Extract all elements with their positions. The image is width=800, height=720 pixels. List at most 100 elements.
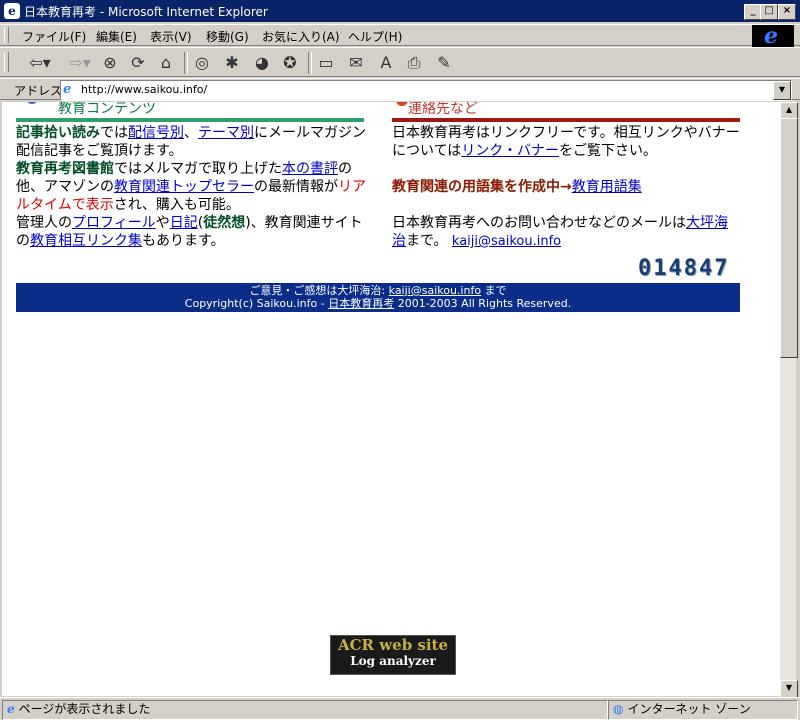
content-viewport: 教育コンテンツ 連絡先など 記事拾い読みでは配信号別、テーマ別にメールマガジン配… xyxy=(2,102,780,696)
text: をご覧下さい。 xyxy=(559,143,658,159)
address-label: アドレス xyxy=(14,84,63,98)
fullscreen-icon[interactable]: ▭ xyxy=(314,51,338,75)
edit-icon[interactable]: ✎ xyxy=(432,51,456,75)
by-theme-link[interactable]: テーマ別 xyxy=(198,125,254,141)
library-heading: 教育再考図書館 xyxy=(16,161,114,177)
contact-email-link[interactable]: kaiji@saikou.info xyxy=(452,234,561,249)
glossary-link[interactable]: 教育用語集 xyxy=(572,179,642,195)
address-input[interactable]: e http://www.saikou.info/ ▼ xyxy=(60,80,792,101)
mutual-links-link[interactable]: 教育相互リンク集 xyxy=(30,233,142,249)
magazine-paragraph: 記事拾い読みでは配信号別、テーマ別にメールマガジン配信記事をご覧頂けます。 xyxy=(16,124,368,160)
stop-icon[interactable]: ⊗ xyxy=(98,51,122,75)
acr-banner-title: ACR web site xyxy=(337,636,449,654)
close-button[interactable]: × xyxy=(778,4,796,20)
channels-icon[interactable]: ✪ xyxy=(278,51,302,75)
tsurezure-label: 徒然想 xyxy=(203,215,246,231)
glossary-heading: 教育関連の用語集を作成中→ xyxy=(392,179,572,195)
text: や xyxy=(155,215,170,231)
vertical-scrollbar[interactable]: ▲ ▼ xyxy=(780,102,798,698)
forward-icon[interactable]: ⇨▾ xyxy=(62,51,98,75)
scroll-down-button[interactable]: ▼ xyxy=(780,680,798,698)
address-bar: アドレス e http://www.saikou.info/ ▼ xyxy=(0,78,800,101)
right-section-header: 連絡先など xyxy=(392,102,740,124)
left-section-header: 教育コンテンツ xyxy=(16,102,364,124)
ie-logo-icon: e xyxy=(752,25,794,47)
footer-email-link[interactable]: kaiji@saikou.info xyxy=(389,284,481,297)
toolbar-separator xyxy=(308,52,312,74)
history-icon[interactable]: ◕ xyxy=(250,51,274,75)
by-issue-link[interactable]: 配信号別 xyxy=(128,125,184,141)
text: の最新情報が xyxy=(254,179,338,195)
title-bar: e 日本教育再考 - Microsoft Internet Explorer _… xyxy=(0,0,800,22)
page-icon: e xyxy=(7,702,15,716)
menu-bar: ファイル(F) 編集(E) 表示(V) 移動(G) お気に入り(A) ヘルプ(H… xyxy=(0,24,800,47)
home-icon[interactable]: ⌂ xyxy=(154,51,178,75)
library-paragraph: 教育再考図書館ではメルマガで取り上げた本の書評の他、アマゾンの教育関連トップセラ… xyxy=(16,160,368,214)
top-sellers-link[interactable]: 教育関連トップセラー xyxy=(114,179,254,195)
glossary-paragraph: 教育関連の用語集を作成中→教育用語集 xyxy=(392,178,740,196)
text: ではメルマガで取り上げた xyxy=(114,161,282,177)
menu-file[interactable]: ファイル(F) xyxy=(22,28,86,45)
print-icon[interactable]: ⎙ xyxy=(402,51,426,75)
footer-line-2: Copyright(c) Saikou.info - 日本教育再考 2001-2… xyxy=(16,297,740,310)
contact-paragraph: 日本教育再考へのお問い合わせなどのメールは大坪海治まで。 kaiji@saiko… xyxy=(392,214,740,251)
text: まで。 xyxy=(406,233,448,249)
link-free-paragraph: 日本教育再考はリンクフリーです。相互リンクやバナーについてはリンク・バナーをご覧… xyxy=(392,124,740,160)
text: では xyxy=(100,125,128,141)
mail-icon[interactable]: ✉ xyxy=(344,51,368,75)
profile-link[interactable]: プロフィール xyxy=(72,215,156,231)
bullet-icon xyxy=(396,102,408,106)
globe-icon: ◍ xyxy=(613,702,624,716)
text: 2001-2003 All Rights Reserved. xyxy=(394,297,572,310)
text: まで xyxy=(481,284,507,297)
access-counter: 014847 xyxy=(638,256,730,281)
ie-window-icon[interactable]: e xyxy=(4,3,20,19)
status-bar: e ページが表示されました ◍ インターネット ゾーン xyxy=(0,697,800,720)
right-header-text: 連絡先など xyxy=(408,102,478,117)
address-dropdown-button[interactable]: ▼ xyxy=(773,81,791,100)
right-column: 日本教育再考はリンクフリーです。相互リンクやバナーについてはリンク・バナーをご覧… xyxy=(392,124,740,251)
text: もあります。 xyxy=(142,233,225,249)
text: 、 xyxy=(184,125,198,141)
menu-grip[interactable] xyxy=(4,27,9,43)
standard-toolbar: ⇦▾ ⇨▾ ⊗ ⟳ ⌂ ◎ ✱ ◕ ✪ ▭ ✉ A ⎙ ✎ xyxy=(0,47,800,77)
text: 日本教育再考へのお問い合わせなどのメールは xyxy=(392,215,686,231)
left-header-rule xyxy=(16,118,364,122)
left-header-text: 教育コンテンツ xyxy=(58,102,156,117)
menu-favorites[interactable]: お気に入り(A) xyxy=(262,28,340,45)
link-banner-link[interactable]: リンク・バナー xyxy=(461,143,559,159)
toolbar-separator xyxy=(184,52,188,74)
text: され、購入も可能。 xyxy=(113,197,240,213)
menu-help[interactable]: ヘルプ(H) xyxy=(348,28,402,45)
bullet-icon xyxy=(26,102,38,104)
search-icon[interactable]: ◎ xyxy=(190,51,214,75)
menu-go[interactable]: 移動(G) xyxy=(206,28,249,45)
acr-banner[interactable]: ACR web site Log analyzer xyxy=(330,635,456,675)
status-text: ページが表示されました xyxy=(18,702,151,716)
back-icon[interactable]: ⇦▾ xyxy=(20,51,60,75)
font-icon[interactable]: A xyxy=(374,51,398,75)
menu-view[interactable]: 表示(V) xyxy=(150,28,192,45)
text: Copyright(c) Saikou.info - xyxy=(184,297,329,310)
admin-paragraph: 管理人のプロフィールや日記(徒然想)、教育関連サイトの教育相互リンク集もあります… xyxy=(16,214,368,250)
footer-site-link[interactable]: 日本教育再考 xyxy=(328,297,394,310)
magazine-heading: 記事拾い読み xyxy=(16,125,100,141)
text: ご意見・ご感想は大坪海治: xyxy=(249,284,389,297)
toolbar-grip xyxy=(4,52,9,72)
zone-text: インターネット ゾーン xyxy=(627,702,751,716)
page-icon: e xyxy=(63,82,72,97)
favorites-icon[interactable]: ✱ xyxy=(220,51,244,75)
left-column: 記事拾い読みでは配信号別、テーマ別にメールマガジン配信記事をご覧頂けます。 教育… xyxy=(16,124,368,250)
refresh-icon[interactable]: ⟳ xyxy=(126,51,150,75)
scroll-thumb[interactable] xyxy=(780,118,798,358)
address-url[interactable]: http://www.saikou.info/ xyxy=(81,83,207,96)
diary-link[interactable]: 日記 xyxy=(170,215,198,231)
status-panel: e ページが表示されました xyxy=(2,700,608,720)
window-title: 日本教育再考 - Microsoft Internet Explorer xyxy=(24,5,268,19)
right-header-rule xyxy=(392,118,740,122)
menu-edit[interactable]: 編集(E) xyxy=(96,28,137,45)
text: 管理人の xyxy=(16,215,72,231)
book-review-link[interactable]: 本の書評 xyxy=(282,161,338,177)
page-footer: ご意見・ご感想は大坪海治: kaiji@saikou.info まで Copyr… xyxy=(16,283,740,312)
maximize-button[interactable]: □ xyxy=(760,4,778,20)
